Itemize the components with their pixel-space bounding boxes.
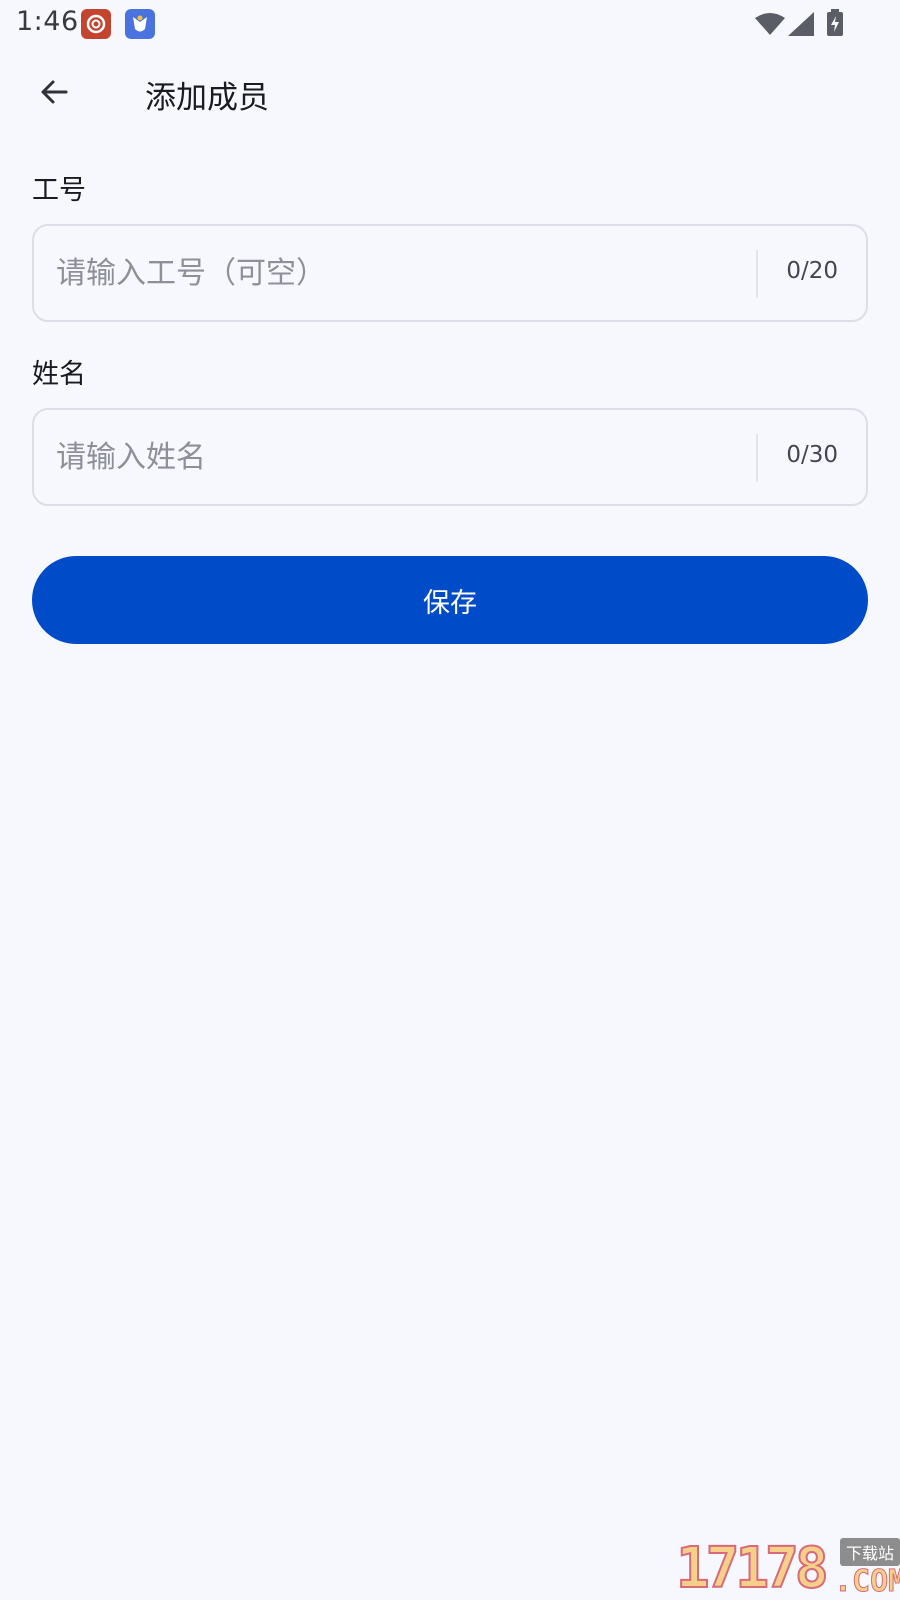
name-label: 姓名 <box>32 359 86 390</box>
field-divider <box>756 434 758 482</box>
watermark-logo: 17178 下载站 .COM <box>675 1535 900 1600</box>
employee-id-field: 0/20 <box>32 224 868 322</box>
add-member-screen: 1:46 添加成员 工号 请输入工号（可空） 0/20 姓名 请输入姓名 0/3… <box>0 0 900 1600</box>
name-input[interactable] <box>56 410 756 504</box>
employee-id-label: 工号 <box>32 175 86 206</box>
notification-app-icon <box>125 9 155 39</box>
app-bar: 添加成员 <box>0 56 900 128</box>
save-button[interactable]: 保存 <box>32 556 868 644</box>
status-time: 1:46 <box>16 6 79 37</box>
name-counter: 0/30 <box>786 442 838 468</box>
wifi-icon <box>755 12 785 40</box>
watermark-badge: 下载站 <box>840 1538 900 1566</box>
signal-icon <box>788 12 814 40</box>
arrow-left-icon <box>41 80 68 104</box>
back-button[interactable] <box>28 66 80 118</box>
watermark-digits: 17178 <box>675 1535 830 1600</box>
watermark-suffix: .COM <box>833 1564 900 1600</box>
battery-charging-icon <box>826 9 844 41</box>
notification-app-icon <box>81 9 111 39</box>
name-field: 0/30 <box>32 408 868 506</box>
page-title: 添加成员 <box>145 80 269 116</box>
status-bar: 1:46 <box>0 0 900 48</box>
employee-id-counter: 0/20 <box>786 258 838 284</box>
employee-id-input[interactable] <box>56 226 756 320</box>
field-divider <box>756 250 758 298</box>
